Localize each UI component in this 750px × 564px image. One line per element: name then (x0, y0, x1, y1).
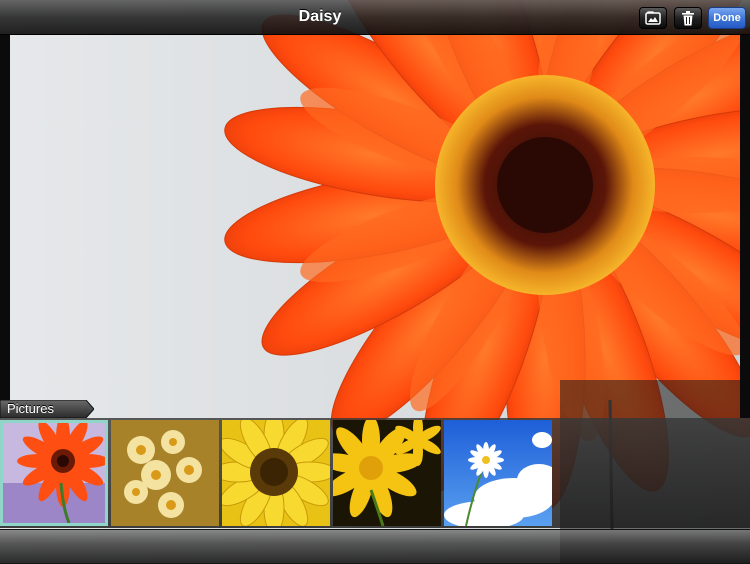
thumbnail-sunflower (222, 420, 330, 526)
done-button[interactable]: Done (708, 7, 746, 29)
thumbnail-1[interactable] (0, 420, 108, 526)
thumbnail-2[interactable] (111, 420, 219, 526)
pictures-tab-label: Pictures (7, 401, 54, 416)
delete-button[interactable] (674, 7, 702, 29)
album-button[interactable] (639, 7, 667, 29)
thumbnail-4[interactable] (333, 420, 441, 526)
bottom-toolbar (0, 529, 750, 564)
pictures-tab[interactable]: Pictures (0, 400, 94, 418)
photo-album-icon (645, 11, 661, 25)
thumbnail-5[interactable] (444, 420, 552, 526)
thumbnail-yellow-flower-dark (333, 420, 441, 526)
navigation-bar: Daisy Done (0, 0, 750, 35)
thumbnail-yellow-daisies (111, 420, 219, 526)
thumbnail-daisy-sky (444, 420, 552, 526)
thumbnail-3[interactable] (222, 420, 330, 526)
trash-icon (682, 10, 694, 25)
thumbnail-orange-gerbera (3, 423, 105, 523)
photo-title: Daisy (298, 8, 342, 25)
thumbnail-strip[interactable] (0, 418, 750, 528)
photo-frame-right (740, 34, 750, 418)
photo-frame-left (0, 34, 10, 418)
